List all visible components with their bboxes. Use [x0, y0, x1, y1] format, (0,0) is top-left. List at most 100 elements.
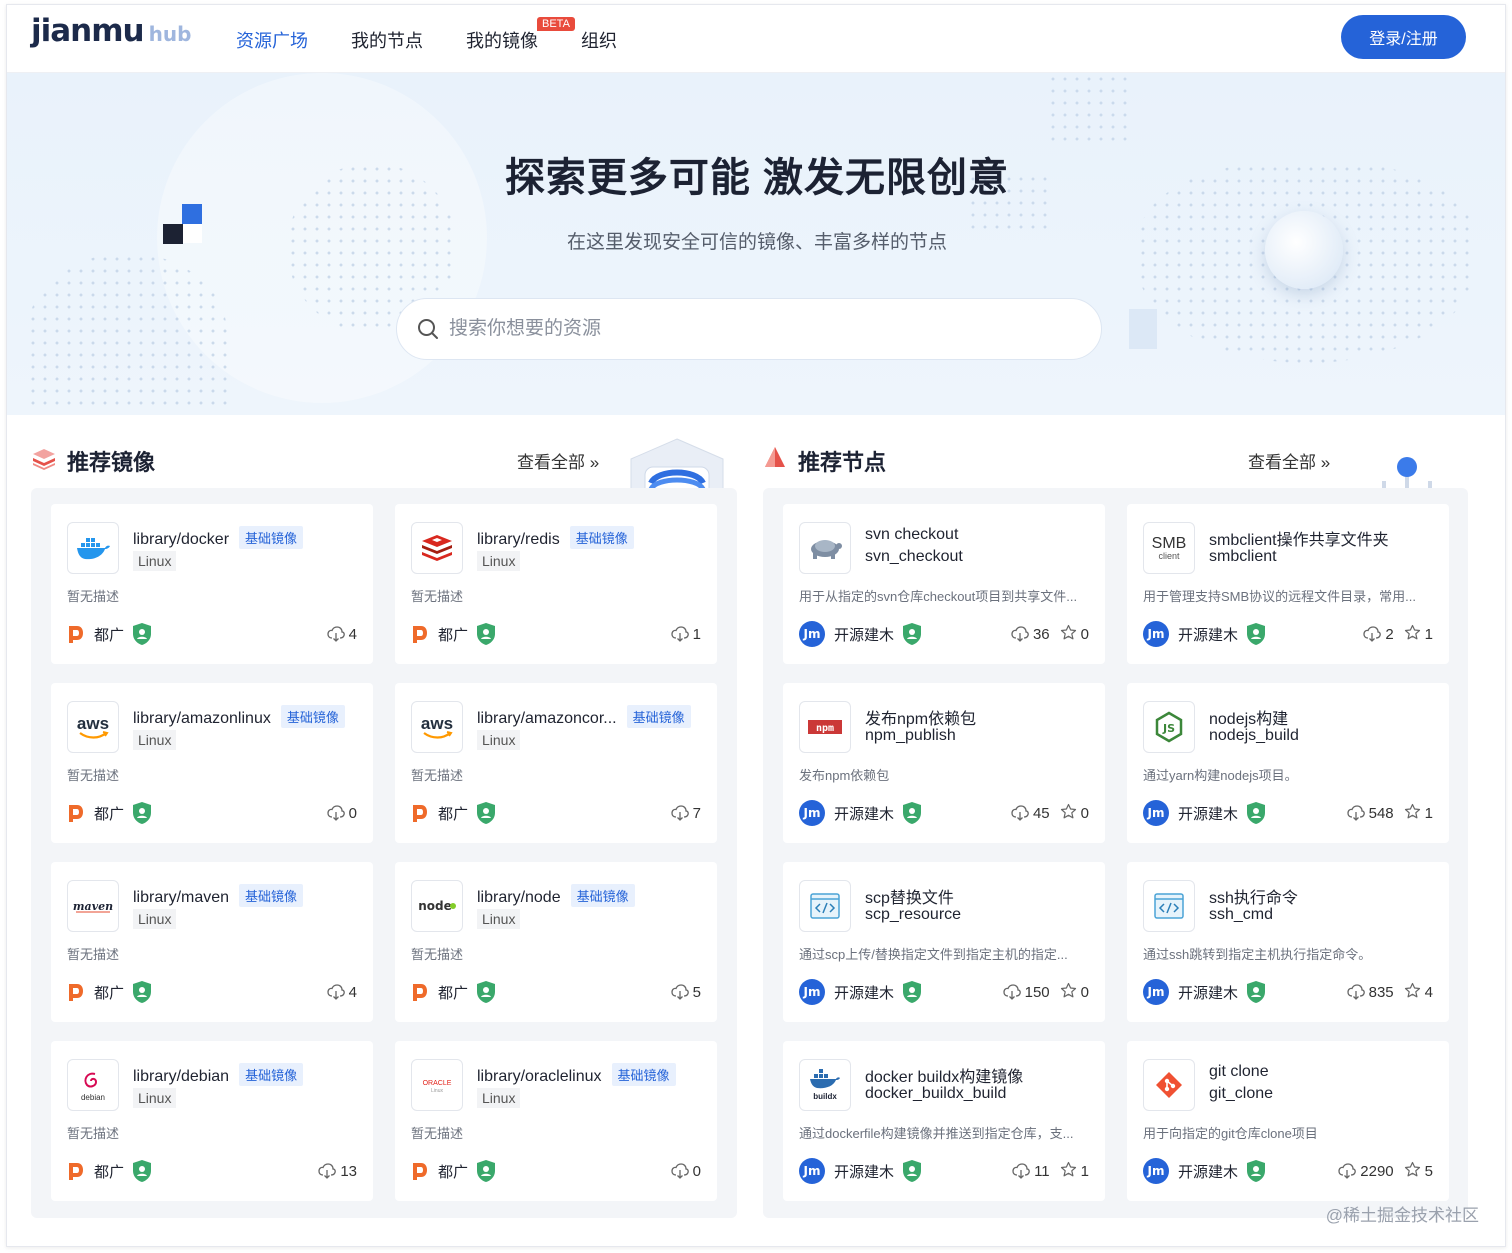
node-card[interactable]: buildx docker buildx构建镜像 docker_buildx_bui…	[783, 1041, 1105, 1201]
jianmu-avatar: Jm	[1143, 979, 1169, 1005]
image-name: library/node 基础镜像	[477, 884, 635, 907]
download-icon	[1011, 805, 1029, 821]
download-count: 835	[1368, 983, 1394, 1001]
node-card[interactable]: JS nodejs构建 nodejs_build 通过yarn构建nodejs项目。 J…	[1127, 683, 1449, 843]
image-description: 暂无描述	[67, 589, 120, 604]
view-all-nodes-link[interactable]: 查看全部 »	[1248, 448, 1330, 473]
star-icon[interactable]	[1404, 803, 1421, 820]
node-name: ssh执行命令	[1209, 890, 1298, 907]
verified-shield-icon	[133, 981, 152, 1003]
verified-shield-icon	[903, 802, 922, 824]
node-description: 用于从指定的svn仓库checkout项目到共享文件...	[799, 589, 1078, 604]
nav-my-images[interactable]: 我的镜像	[466, 27, 538, 53]
hero-subtitle: 在这里发现安全可信的镜像、丰富多样的节点	[566, 232, 947, 253]
download-icon	[1346, 984, 1365, 1000]
svg-text:npm: npm	[816, 723, 834, 734]
nav-organization[interactable]: 组织	[581, 27, 617, 53]
download-icon	[671, 1163, 689, 1179]
owner-name[interactable]: 开源建木	[834, 803, 894, 824]
view-all-images-link[interactable]: 查看全部 »	[517, 448, 599, 473]
node-id: npm_publish	[865, 727, 956, 744]
owner-name[interactable]: 开源建木	[1178, 982, 1238, 1003]
owner-name[interactable]: 都广	[438, 1161, 468, 1182]
owner-name[interactable]: 都广	[438, 803, 468, 824]
logo-sub-text: hub	[148, 22, 192, 46]
card-footer: Jm 开源建木 45 0	[799, 799, 1089, 827]
star-icon[interactable]	[1060, 624, 1077, 641]
star-count: 4	[1424, 983, 1433, 1001]
jianmu-hub-logo[interactable]: jianmu hub	[31, 13, 191, 61]
owner-name[interactable]: 开源建木	[834, 1161, 894, 1182]
download-count: 7	[692, 804, 701, 822]
owner-name[interactable]: 开源建木	[1178, 1161, 1238, 1182]
buildx-icon: buildx	[799, 1059, 851, 1111]
image-card[interactable]: library/docker 基础镜像 Linux 暂无描述 都广 4	[51, 504, 373, 664]
os-label: Linux	[477, 551, 521, 571]
hero-title: 探索更多可能 激发无限创意	[504, 156, 1010, 200]
node-card[interactable]: svn checkout svn_checkout 用于从指定的svn仓库check…	[783, 504, 1105, 664]
node-card[interactable]: ssh执行命令 ssh_cmd 通过ssh跳转到指定主机执行指定命令。 Jm 开源建木 8…	[1127, 862, 1449, 1022]
verified-shield-icon	[1247, 802, 1266, 824]
image-description: 暂无描述	[67, 947, 120, 962]
star-icon[interactable]	[1060, 803, 1077, 820]
owner-name[interactable]: 都广	[94, 982, 124, 1003]
image-name: library/docker 基础镜像	[133, 526, 304, 549]
node-card[interactable]: npm 发布npm依赖包 npm_publish 发布npm依赖包 Jm 开源建木 45 0	[783, 683, 1105, 843]
owner-name[interactable]: 都广	[94, 1161, 124, 1182]
download-icon	[327, 984, 345, 1000]
star-count: 1	[1424, 804, 1433, 822]
star-icon[interactable]	[1404, 624, 1421, 641]
image-name: library/redis 基础镜像	[477, 526, 634, 549]
star-count: 0	[1080, 983, 1089, 1001]
card-stats: 36 0	[1011, 624, 1089, 645]
search-bar[interactable]	[396, 298, 1102, 360]
node-card[interactable]: SMB client smbclient操作共享文件夹 smbclient 用于管理支持…	[1127, 504, 1449, 664]
verified-shield-icon	[477, 981, 496, 1003]
download-icon	[327, 805, 345, 821]
owner-name[interactable]: 都广	[438, 982, 468, 1003]
star-count: 0	[1080, 804, 1089, 822]
image-card[interactable]: ORACLE Linux library/oraclelinux 基础镜像 Linux 暂…	[395, 1041, 717, 1201]
image-description: 暂无描述	[67, 1126, 120, 1141]
card-footer: 都广 13	[67, 1157, 357, 1185]
node-name: smbclient操作共享文件夹	[1209, 532, 1389, 549]
image-card[interactable]: maven library/maven 基础镜像 Linux 暂无描述 都广 4	[51, 862, 373, 1022]
image-card[interactable]: node library/node 基础镜像 Linux 暂无描述 都广 5	[395, 862, 717, 1022]
login-register-button[interactable]: 登录/注册	[1341, 15, 1466, 59]
owner-name[interactable]: 都广	[94, 803, 124, 824]
image-card[interactable]: aws library/amazoncor... 基础镜像 Linux 暂无描述 都广 7	[395, 683, 717, 843]
decor-block	[1129, 309, 1157, 349]
nav-resource-square[interactable]: 资源广场	[236, 27, 308, 53]
download-icon	[1002, 984, 1021, 1000]
image-card[interactable]: debian library/debian 基础镜像 Linux 暂无描述 都广 13	[51, 1041, 373, 1201]
node-card[interactable]: scp替换文件 scp_resource 通过scp上传/替换指定文件到指定主机的指…	[783, 862, 1105, 1022]
nav-my-nodes[interactable]: 我的节点	[351, 27, 423, 53]
download-count: 4	[348, 983, 357, 1001]
image-card[interactable]: aws library/amazonlinux 基础镜像 Linux 暂无描述 都广 0	[51, 683, 373, 843]
owner-name[interactable]: 都广	[438, 624, 468, 645]
owner-name[interactable]: 开源建木	[1178, 624, 1238, 645]
owner-name[interactable]: 开源建木	[1178, 803, 1238, 824]
card-stats: 45 0	[1011, 803, 1089, 824]
owner-name[interactable]: 开源建木	[834, 982, 894, 1003]
watermark: @稀土掘金技术社区	[1325, 1206, 1479, 1225]
owner-name[interactable]: 都广	[94, 624, 124, 645]
image-card[interactable]: library/redis 基础镜像 Linux 暂无描述 都广 1	[395, 504, 717, 664]
base-image-tag: 基础镜像	[569, 526, 634, 549]
image-name: library/debian 基础镜像	[133, 1063, 304, 1086]
star-icon[interactable]	[1404, 1161, 1421, 1178]
node-description: 用于向指定的git仓库clone项目	[1143, 1126, 1318, 1141]
node-id: scp_resource	[865, 906, 962, 923]
search-input[interactable]	[449, 318, 1049, 340]
star-icon[interactable]	[1060, 982, 1077, 999]
dugu-owner-icon	[69, 1163, 83, 1180]
star-icon[interactable]	[1060, 1161, 1077, 1178]
node-description: 通过scp上传/替换指定文件到指定主机的指定...	[799, 947, 1068, 962]
card-stats: 2290 5	[1338, 1161, 1433, 1182]
node-card[interactable]: git clone git_clone 用于向指定的git仓库clone项目 Jm 开源…	[1127, 1041, 1449, 1201]
star-icon[interactable]	[1404, 982, 1421, 999]
card-footer: Jm 开源建木 548 1	[1143, 799, 1433, 827]
download-count: 4	[348, 625, 357, 643]
owner-name[interactable]: 开源建木	[834, 624, 894, 645]
dugu-owner-icon	[69, 805, 83, 822]
